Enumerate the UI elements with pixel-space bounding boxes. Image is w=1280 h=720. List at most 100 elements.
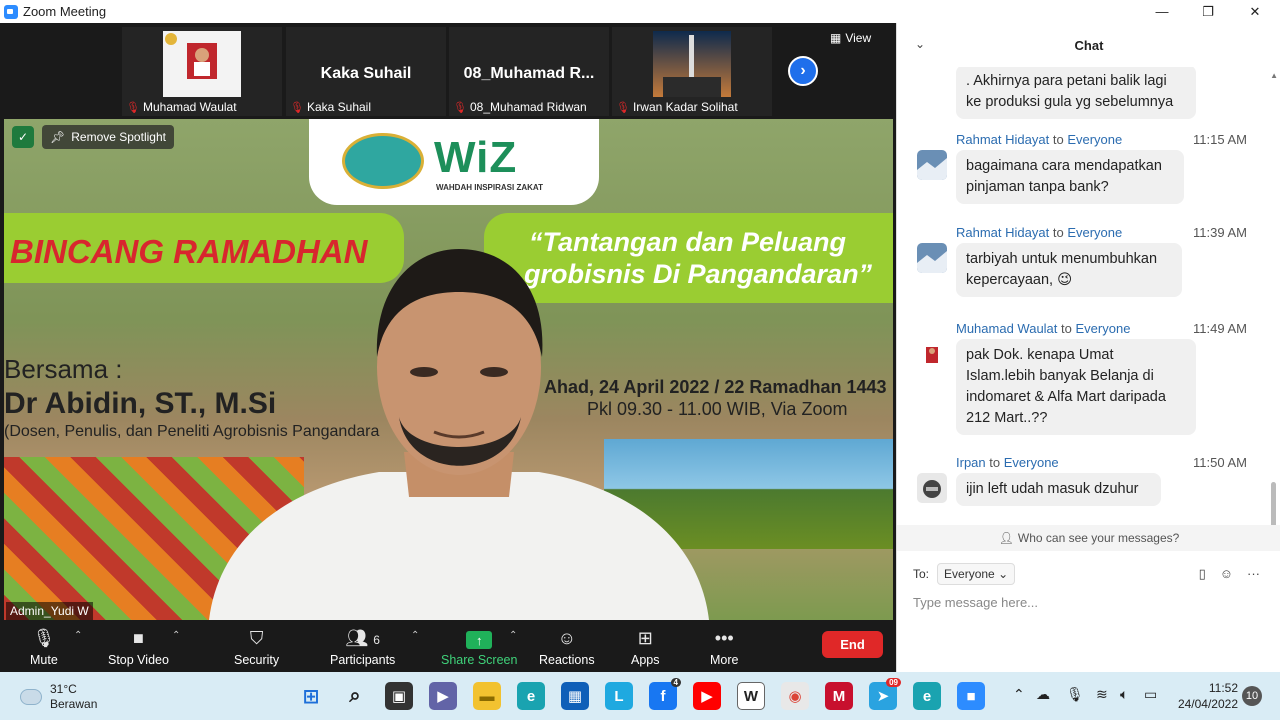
more-button[interactable]: ••• More (710, 620, 738, 672)
task-view-icon[interactable]: ▣ (385, 682, 413, 710)
next-page-button[interactable]: › (788, 56, 818, 86)
participant-name: 08_Muhamad Ridwan (469, 100, 587, 114)
zoom-app-icon (4, 4, 18, 19)
chat-recipient: Everyone (1067, 225, 1123, 240)
cloud-icon[interactable]: ☁ (1036, 686, 1050, 703)
scroll-up-arrow-icon[interactable]: ▲ (1270, 71, 1278, 80)
microphone-icon[interactable]: 🎙︎ (1066, 686, 1084, 703)
file-icon[interactable]: ▯ (1199, 566, 1206, 582)
facebook-icon[interactable]: f4 (649, 678, 681, 710)
l-app-icon[interactable]: L (605, 682, 633, 710)
temperature: 31°C (50, 682, 77, 696)
chat-to-word: to (1061, 321, 1072, 336)
microsoft-store-icon[interactable]: ▦ (561, 682, 589, 710)
participant-avatar-image (653, 31, 731, 97)
share-screen-label: Share Screen (441, 653, 518, 667)
chevron-up-icon[interactable]: ⌃ (1013, 686, 1025, 703)
participant-tile[interactable]: 🎙︎ Muhamad Waulat (122, 27, 282, 116)
maximize-button[interactable]: ❐ (1185, 0, 1231, 23)
chat-message-text: bagaimana cara mendapatkan pinjaman tanp… (956, 150, 1184, 204)
zoom-taskbar-icon[interactable]: ■ (957, 682, 985, 710)
search-icon[interactable]: ⌕ (341, 682, 369, 710)
chat-sender-name[interactable]: Muhamad Waulat (956, 321, 1057, 336)
close-button[interactable]: ✕ (1232, 0, 1278, 23)
who-can-see-link[interactable]: 👤︎ Who can see your messages? (897, 525, 1280, 551)
chat-sender: Rahmat Hidayat to Everyone (956, 132, 1122, 147)
recipient-select[interactable]: Everyone ⌄ (937, 563, 1016, 585)
security-button[interactable]: ⛉ Security (234, 620, 279, 672)
chevron-up-icon[interactable]: ⌃ (411, 630, 419, 641)
chat-sender-name[interactable]: Irpan (956, 455, 986, 470)
people-icon: 👥︎ 6 (345, 628, 380, 648)
emoji-icon[interactable]: ☺ (1220, 566, 1233, 582)
participant-label: 🎙︎ 08_Muhamad Ridwan (453, 100, 587, 114)
meeting-area: 🎙︎ Muhamad Waulat Kaka Suhail 🎙︎ Kaka Suha… (0, 23, 896, 672)
file-explorer-icon[interactable]: ▬ (473, 682, 501, 710)
share-screen-button[interactable]: ↑ Share Screen (441, 620, 517, 672)
battery-icon[interactable]: ▭ (1144, 686, 1157, 703)
chat-tools: ▯ ☺ ··· (1199, 566, 1260, 582)
chat-time: 11:49 AM (1193, 321, 1247, 336)
reactions-button[interactable]: ☺ Reactions (539, 620, 595, 672)
apps-button[interactable]: ⊞ Apps (631, 620, 660, 672)
ellipsis-icon[interactable]: ··· (1247, 566, 1260, 582)
apps-label: Apps (631, 653, 660, 667)
telegram-icon[interactable]: ➤ 09 (869, 678, 901, 710)
youtube-icon[interactable]: ▶ (693, 682, 721, 710)
remove-spotlight-button[interactable]: 📌︎ Remove Spotlight (42, 125, 174, 149)
participants-label: Participants (330, 653, 396, 667)
mute-label: Mute (30, 653, 58, 667)
chat-title: Chat (1074, 38, 1104, 53)
chat-sender-name[interactable]: Rahmat Hidayat (956, 225, 1049, 240)
weather-condition: Berawan (50, 697, 98, 711)
chat-time: 11:50 AM (1193, 455, 1247, 470)
chat-message-text: . Akhirnya para petani balik lagi ke pro… (956, 67, 1196, 119)
user-avatar (917, 473, 947, 503)
speaker-volume-icon[interactable]: 🔈︎ (1120, 686, 1128, 703)
message-input[interactable] (913, 595, 1263, 610)
edge-dev-icon[interactable]: e (913, 682, 941, 710)
chrome-icon[interactable]: ◉ (781, 682, 809, 710)
cloud-icon (20, 689, 42, 705)
chat-sender-name[interactable]: Rahmat Hidayat (956, 132, 1049, 147)
minimize-button[interactable]: — (1139, 0, 1185, 23)
edge-browser-icon[interactable]: e (517, 682, 545, 710)
user-avatar (917, 243, 947, 273)
mute-button[interactable]: 🎙︎ Mute (30, 620, 58, 672)
teams-chat-icon[interactable]: ▶ (429, 682, 457, 710)
participants-button[interactable]: 👥︎ 6 Participants (330, 620, 395, 672)
wiz-logo-subtitle: WAHDAH INSPIRASI ZAKAT (436, 183, 543, 192)
shield-icon: ✓ (12, 126, 34, 148)
weather-widget[interactable]: 31°C Berawan (20, 682, 97, 712)
stop-video-button[interactable]: ■ Stop Video (108, 620, 169, 672)
wikipedia-icon[interactable]: W (737, 682, 765, 710)
chat-recipient: Everyone (1067, 132, 1123, 147)
chevron-up-icon[interactable]: ⌃ (74, 630, 82, 641)
view-button[interactable]: ▦ View (830, 31, 871, 45)
smiley-plus-icon: ☺ (557, 628, 576, 648)
chat-to-word: to (1052, 132, 1064, 147)
chevron-up-icon[interactable]: ⌃ (172, 630, 180, 641)
chat-messages[interactable]: . Akhirnya para petani balik lagi ke pro… (897, 67, 1280, 525)
who-can-see-label: Who can see your messages? (1017, 531, 1180, 545)
wifi-icon[interactable]: ≋ (1096, 686, 1108, 703)
chevron-down-icon: ⌄ (998, 567, 1009, 581)
participant-tile[interactable]: Kaka Suhail 🎙︎ Kaka Suhail (286, 27, 446, 116)
participant-tile[interactable]: 🎙︎ Irwan Kadar Solihat (612, 27, 772, 116)
wahdah-logo-icon (342, 133, 424, 189)
chat-message: tarbiyah untuk menumbuhkan kepercayaan, … (956, 243, 1182, 297)
windows-start-icon[interactable]: ⊞ (297, 682, 325, 710)
system-clock[interactable]: 11:52 24/04/2022 (1172, 680, 1238, 712)
end-button[interactable]: End (822, 631, 883, 658)
chat-sender: Irpan to Everyone (956, 455, 1059, 470)
participant-tile[interactable]: 08_Muhamad R... 🎙︎ 08_Muhamad Ridwan (449, 27, 609, 116)
chat-sender: Rahmat Hidayat to Everyone (956, 225, 1122, 240)
chat-recipient: Everyone (1003, 455, 1059, 470)
meeting-toolbar: 🎙︎ Mute ⌃ ■ Stop Video ⌃ ⛉ Security 👥︎ 6 Par… (0, 620, 896, 672)
chevron-up-icon[interactable]: ⌃ (509, 630, 517, 641)
mcafee-icon[interactable]: M (825, 682, 853, 710)
notification-badge[interactable]: 10 (1242, 686, 1262, 706)
participant-name-large: 08_Muhamad R... (463, 65, 595, 82)
chat-scrollbar[interactable] (1271, 482, 1276, 525)
chat-time: 11:15 AM (1193, 132, 1247, 147)
